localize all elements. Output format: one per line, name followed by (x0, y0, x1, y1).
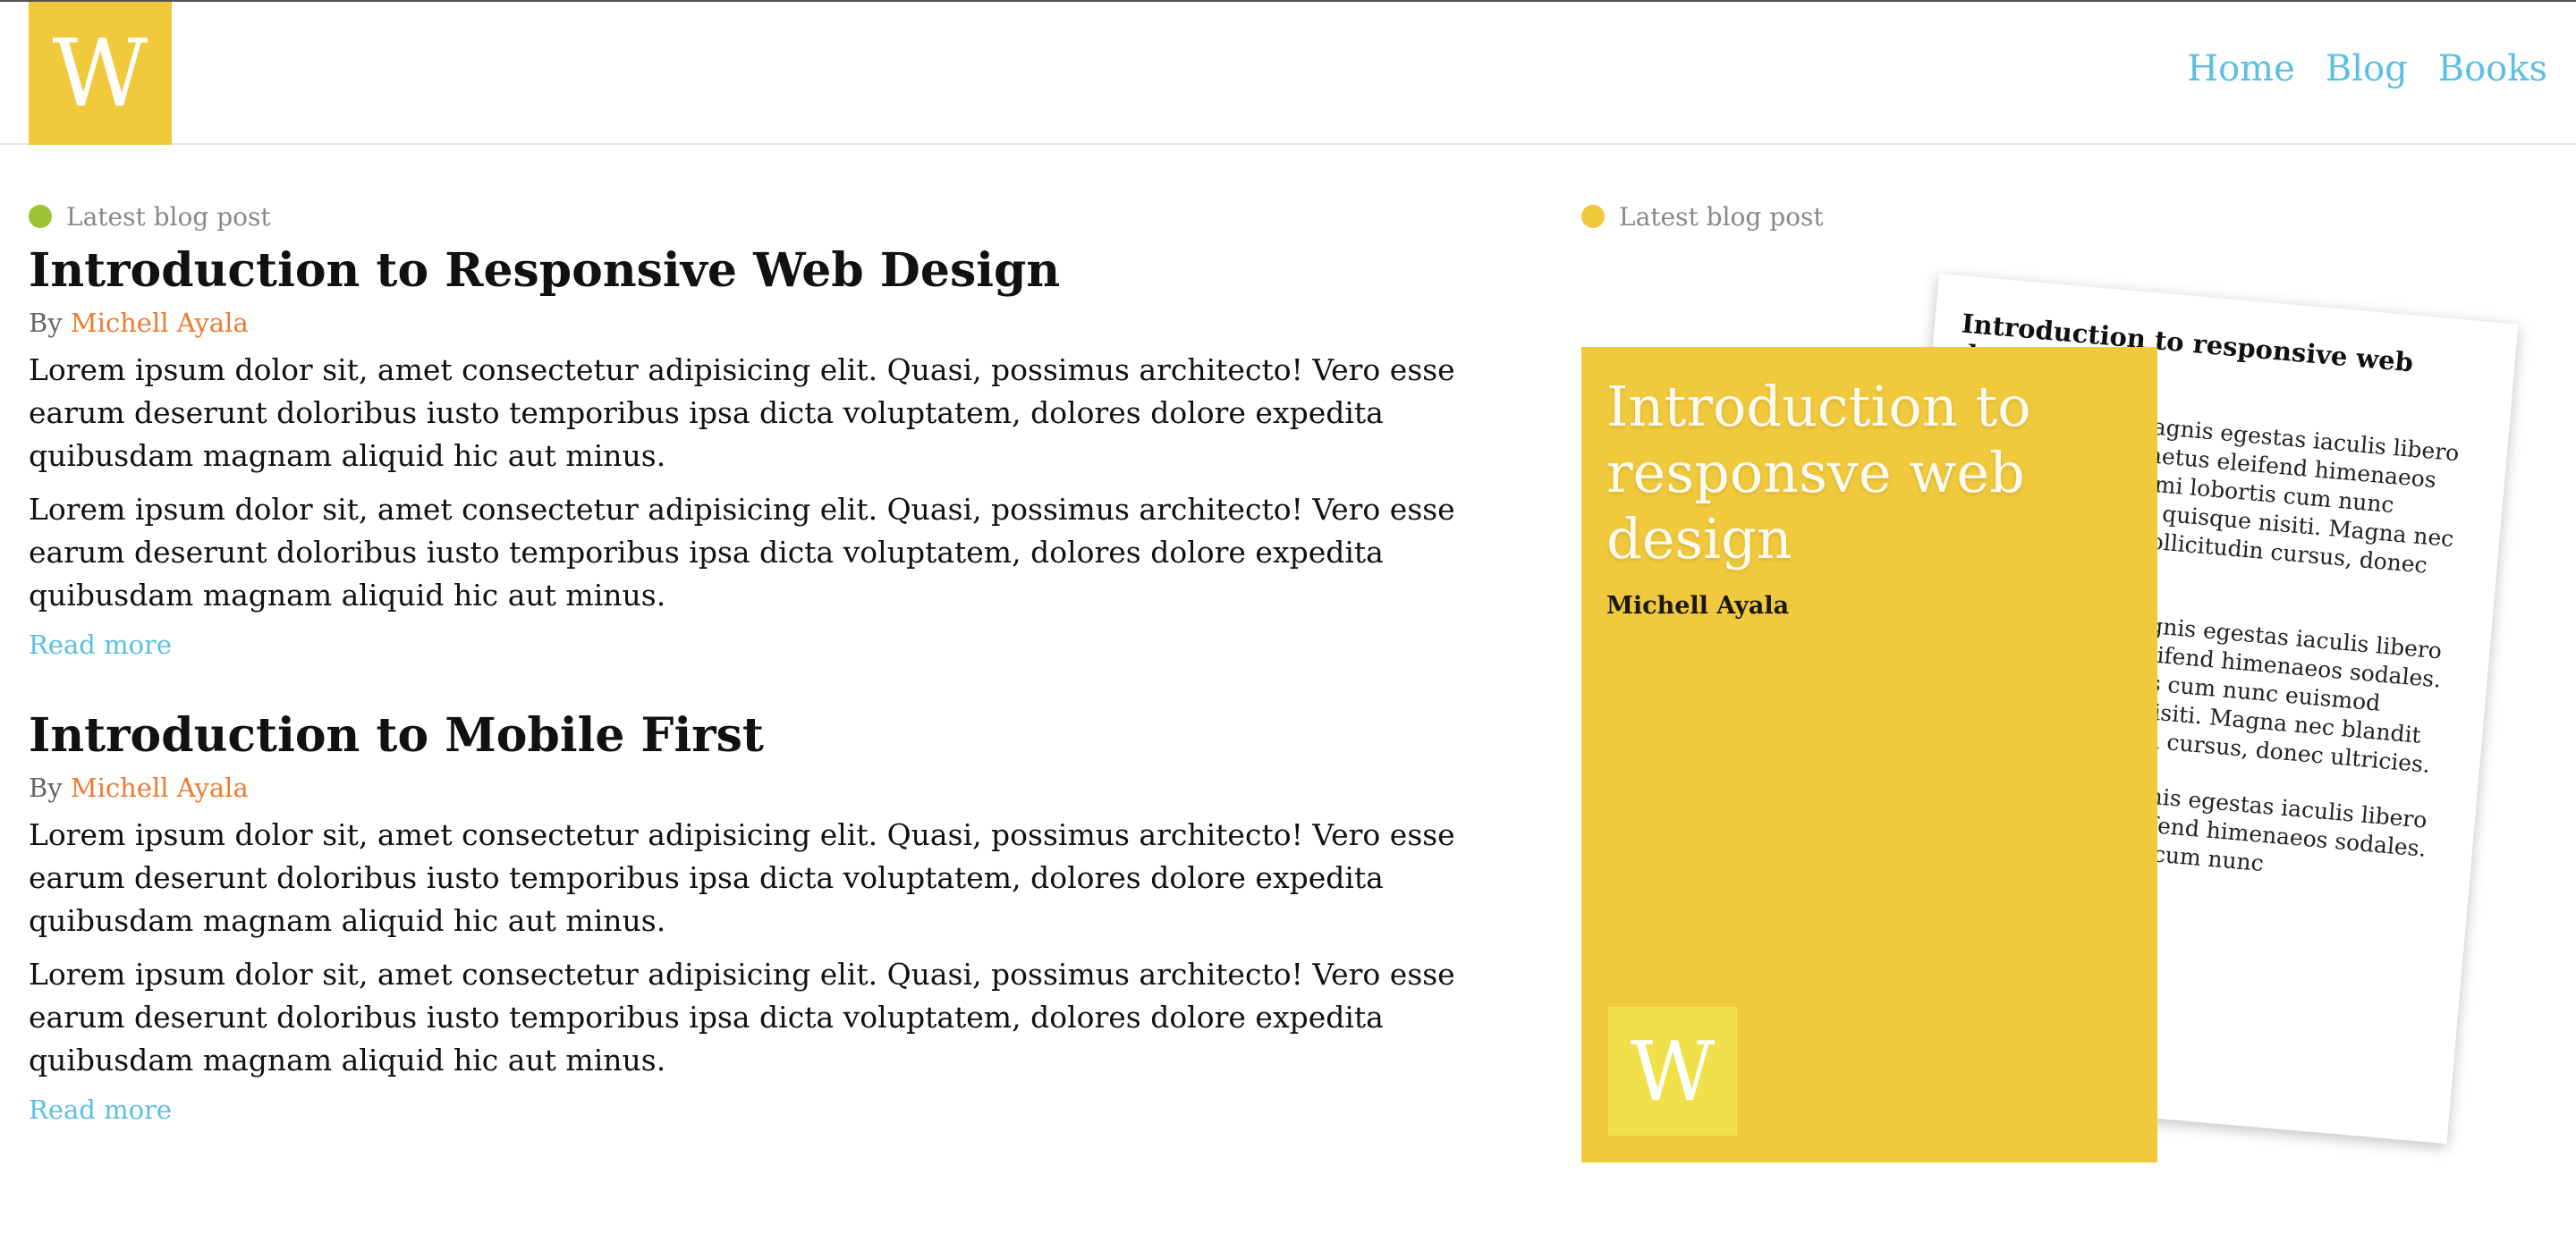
cover-logo-letter: W (1630, 1023, 1716, 1120)
book-cover-logo: W (1608, 1007, 1737, 1136)
site-logo[interactable]: W (29, 2, 172, 145)
post-title[interactable]: Introduction to Responsive Web Design (29, 241, 1513, 300)
post-byline: By Michell Ayala (29, 773, 1513, 803)
post-paragraph: Lorem ipsum dolor sit, amet consectetur … (29, 817, 1455, 938)
by-label: By (29, 308, 63, 338)
section-tag: Latest blog post (1581, 199, 2547, 234)
nav-blog-link[interactable]: Blog (2326, 48, 2408, 89)
section-tag: Latest blog post (29, 199, 1513, 234)
book-cover-author: Michell Ayala (1606, 592, 1790, 620)
nav-home-link[interactable]: Home (2187, 48, 2295, 89)
post-paragraph: Lorem ipsum dolor sit, amet consectetur … (29, 492, 1455, 613)
author-link[interactable]: Michell Ayala (71, 773, 249, 803)
read-more-link[interactable]: Read more (29, 630, 172, 660)
post-paragraph: Lorem ipsum dolor sit, amet consectetur … (29, 352, 1455, 473)
read-more-link[interactable]: Read more (29, 1095, 172, 1125)
blog-post: Introduction to Responsive Web Design By… (29, 241, 1513, 660)
green-dot-icon (29, 205, 52, 228)
book-section: Latest blog post Introduction to respons… (1581, 199, 2547, 1182)
post-byline: By Michell Ayala (29, 308, 1513, 338)
section-tag-label: Latest blog post (66, 201, 271, 232)
logo-letter: W (52, 19, 148, 128)
post-paragraph: Lorem ipsum dolor sit, amet consectetur … (29, 957, 1455, 1078)
post-title[interactable]: Introduction to Mobile First (29, 706, 1513, 765)
site-header: W Home Blog Books (0, 2, 2576, 145)
book-cover-title: Introduction to responsve web design (1606, 374, 2031, 571)
book-cover[interactable]: Introduction to responsve web design Mic… (1581, 347, 2157, 1162)
section-tag-label: Latest blog post (1619, 201, 1824, 232)
yellow-dot-icon (1581, 205, 1605, 228)
nav-books-link[interactable]: Books (2438, 48, 2547, 89)
blog-post: Introduction to Mobile First By Michell … (29, 706, 1513, 1125)
blog-posts-section: Latest blog post Introduction to Respons… (29, 199, 1513, 1125)
author-link[interactable]: Michell Ayala (71, 308, 249, 338)
main-nav: Home Blog Books (2187, 48, 2547, 89)
by-label: By (29, 773, 63, 803)
